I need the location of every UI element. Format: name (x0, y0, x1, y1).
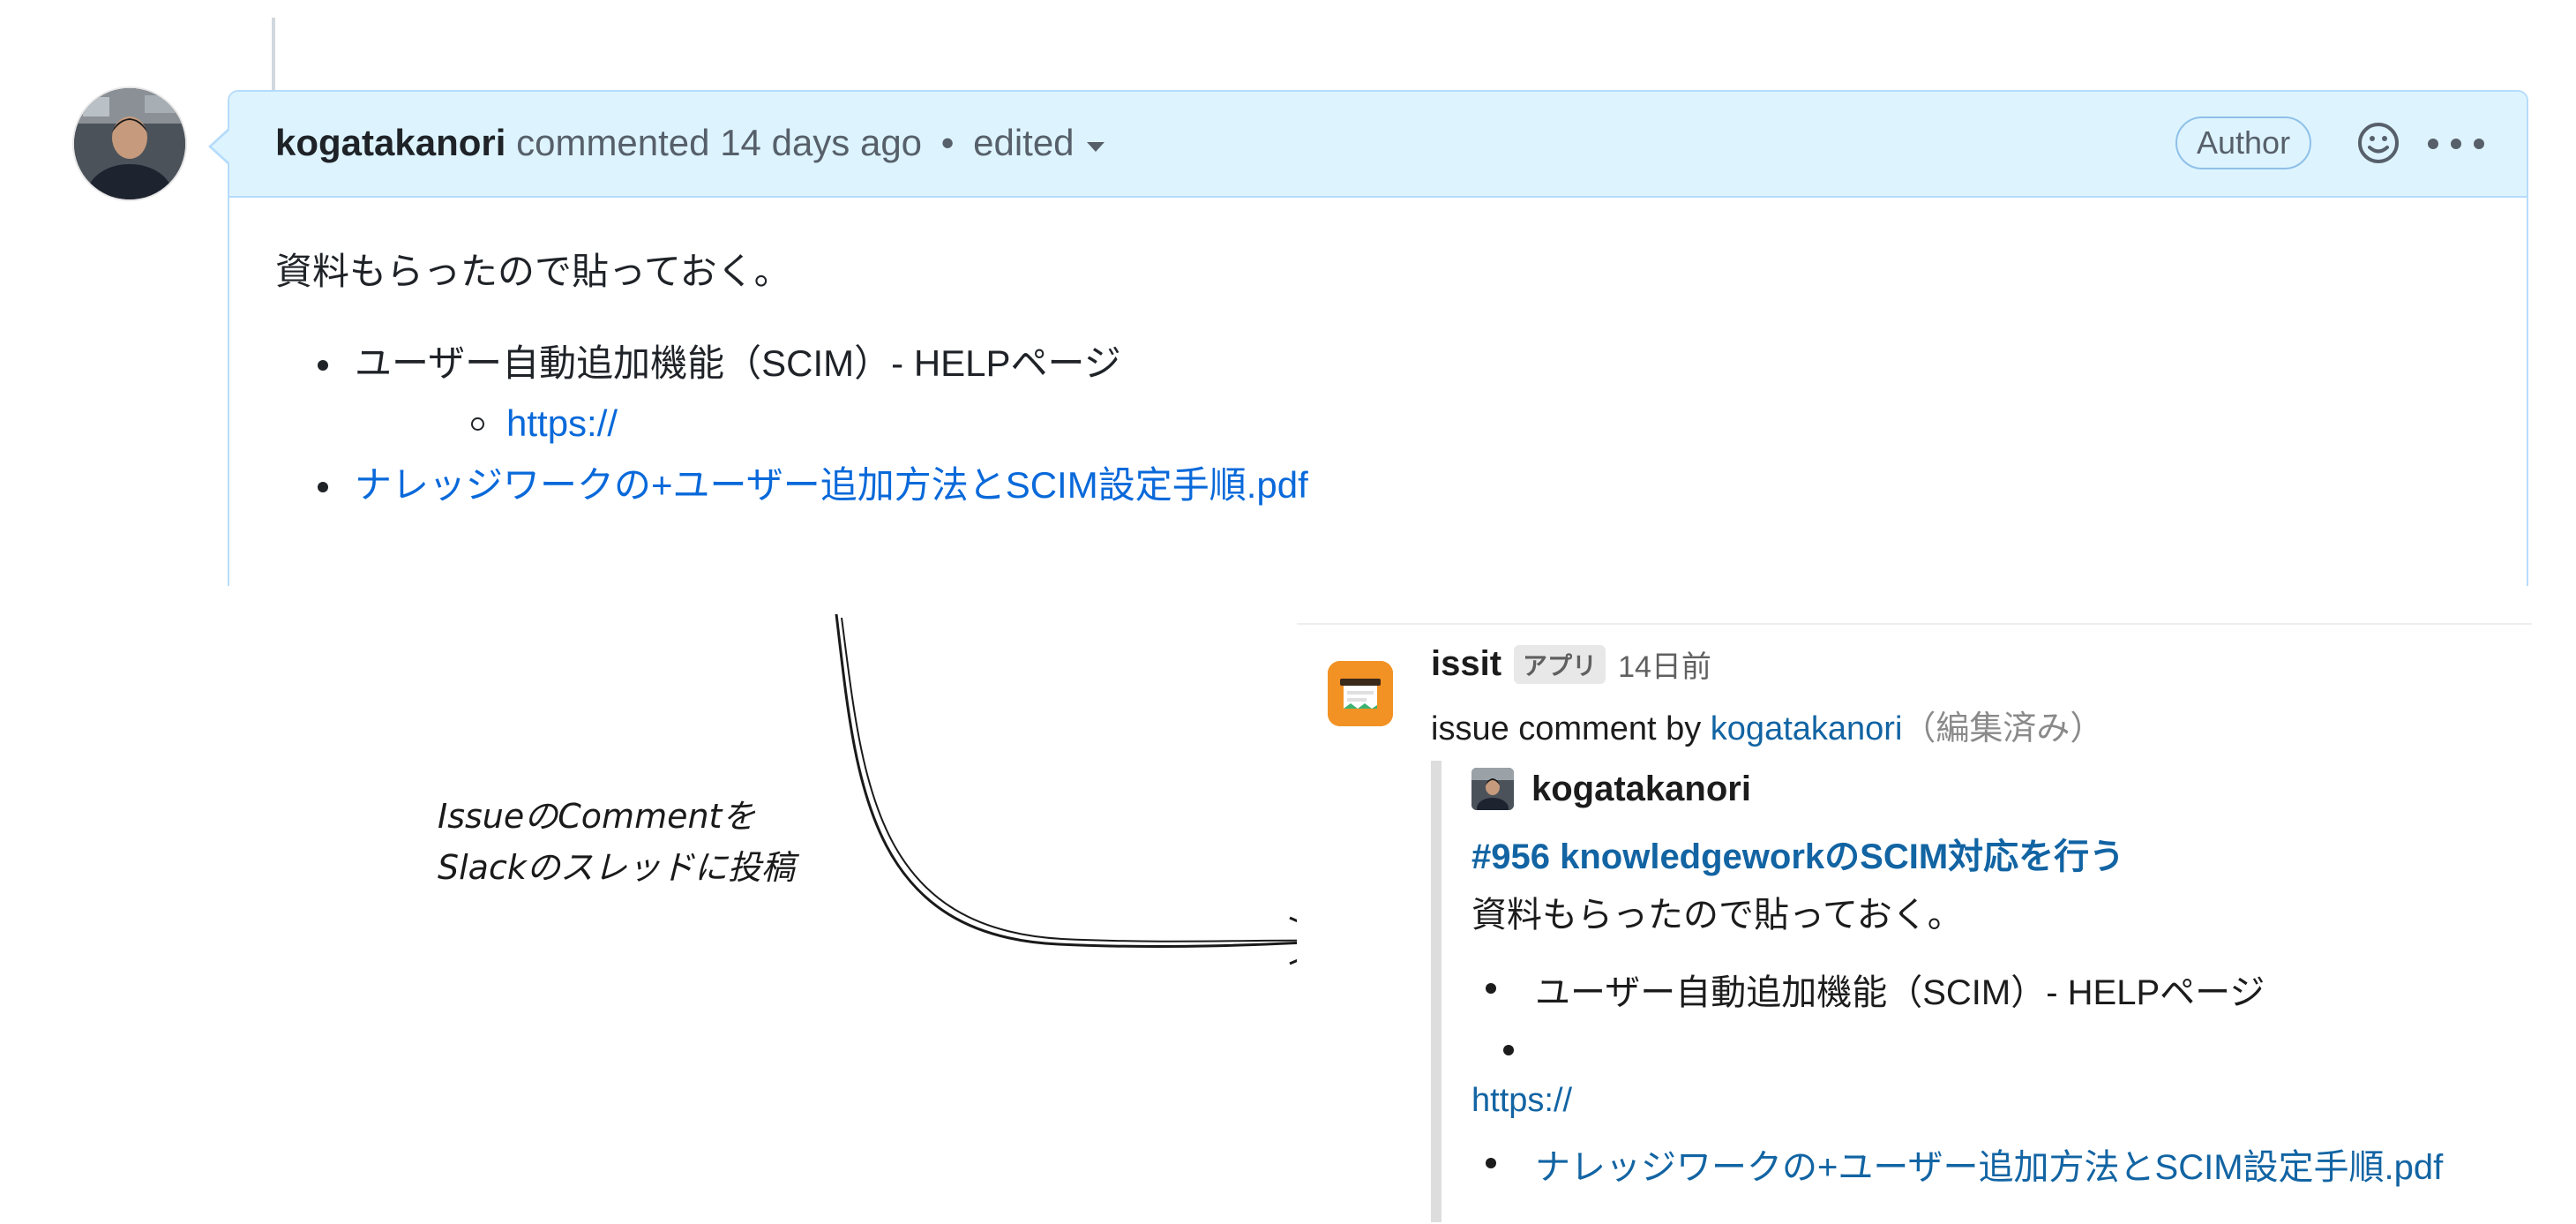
edited-dropdown[interactable]: edited (973, 122, 1105, 164)
annotation-line-2: Slackのスレッドに投稿 (438, 848, 795, 887)
mini-avatar-photo (1471, 768, 1514, 810)
sub-bullet (471, 417, 484, 431)
bullet (318, 482, 328, 492)
list-item-text: ユーザー自動追加機能（SCIM）- HELPページ (1535, 973, 2265, 1012)
attachment-title-link[interactable]: #956 knowledgeworkのSCIM対応を行う (1471, 828, 2124, 879)
author-badge: Author (2175, 116, 2312, 169)
list-item-text: ユーザー自動追加機能（SCIM）- HELPページ (355, 342, 1121, 384)
attachment-text: 資料もらったので貼っておく。 (1471, 896, 1963, 935)
message-summary: issue comment by kogatakanori（編集済み） (1431, 701, 2103, 749)
bullet (1503, 1045, 1514, 1055)
comment-header: kogatakanori commented 14 days ago • edi… (229, 92, 2527, 198)
comment-list: ユーザー自動追加機能（SCIM）- HELPページ https:// ナレッジワ… (275, 337, 1308, 512)
attachment-bar (1431, 761, 1442, 1222)
github-comment: kogatakanori commented 14 days ago • edi… (228, 90, 2528, 586)
comment-action[interactable]: commented 14 days ago (516, 122, 922, 163)
annotation-note: IssueのCommentを Slackのスレッドに投稿 (438, 791, 795, 893)
comment-pointer-fill (212, 130, 230, 163)
user-avatar[interactable] (74, 88, 185, 199)
issit-app-icon[interactable] (1328, 661, 1393, 726)
comment-body: 資料もらったので貼っておく。 ユーザー自動追加機能（SCIM）- HELPページ… (275, 247, 1308, 512)
caret-down-icon (1086, 141, 1105, 152)
timeline-line (272, 18, 275, 90)
meta-separator: • (940, 122, 955, 163)
app-tag: アプリ (1514, 644, 1606, 684)
comment-body-text: 資料もらったので貼っておく。 (275, 251, 791, 292)
list-item: ナレッジワークの+ユーザー追加方法とSCIM設定手順.pdf (275, 459, 1308, 512)
pdf-link[interactable]: ナレッジワークの+ユーザー追加方法とSCIM設定手順.pdf (355, 464, 1308, 506)
user-avatar-photo (74, 88, 185, 199)
smiley-icon[interactable] (2355, 120, 2401, 166)
list-item: ユーザー自動追加機能（SCIM）- HELPページ https:// (275, 337, 1308, 457)
bullet (1486, 983, 1496, 994)
summary-prefix: issue comment by (1431, 710, 1711, 747)
pdf-link[interactable]: ナレッジワークの+ユーザー追加方法とSCIM設定手順.pdf (1535, 1138, 2443, 1190)
edited-note: （編集済み） (1902, 710, 2104, 747)
help-page-link[interactable]: https:// (506, 402, 618, 444)
annotation-line-1: IssueのCommentを (438, 797, 756, 836)
summary-user-link[interactable]: kogatakanori (1711, 710, 1903, 747)
help-page-link[interactable]: https:// (1471, 1082, 1572, 1120)
edited-label: edited (973, 122, 1075, 163)
attachment-author: kogatakanori (1471, 768, 1751, 810)
slack-message-header: issit アプリ 14日前 (1431, 642, 1711, 686)
kebab-icon[interactable] (2424, 136, 2488, 152)
app-name[interactable]: issit (1431, 644, 1501, 684)
sub-list-item: https:// (355, 390, 1308, 457)
message-time[interactable]: 14日前 (1618, 642, 1711, 686)
comment-meta: kogatakanori commented 14 days ago • edi… (275, 122, 1105, 164)
comment-author-link[interactable]: kogatakanori (275, 122, 505, 163)
bullet (318, 360, 328, 371)
bullet (1486, 1158, 1496, 1168)
attachment-author-name: kogatakanori (1531, 769, 1751, 808)
